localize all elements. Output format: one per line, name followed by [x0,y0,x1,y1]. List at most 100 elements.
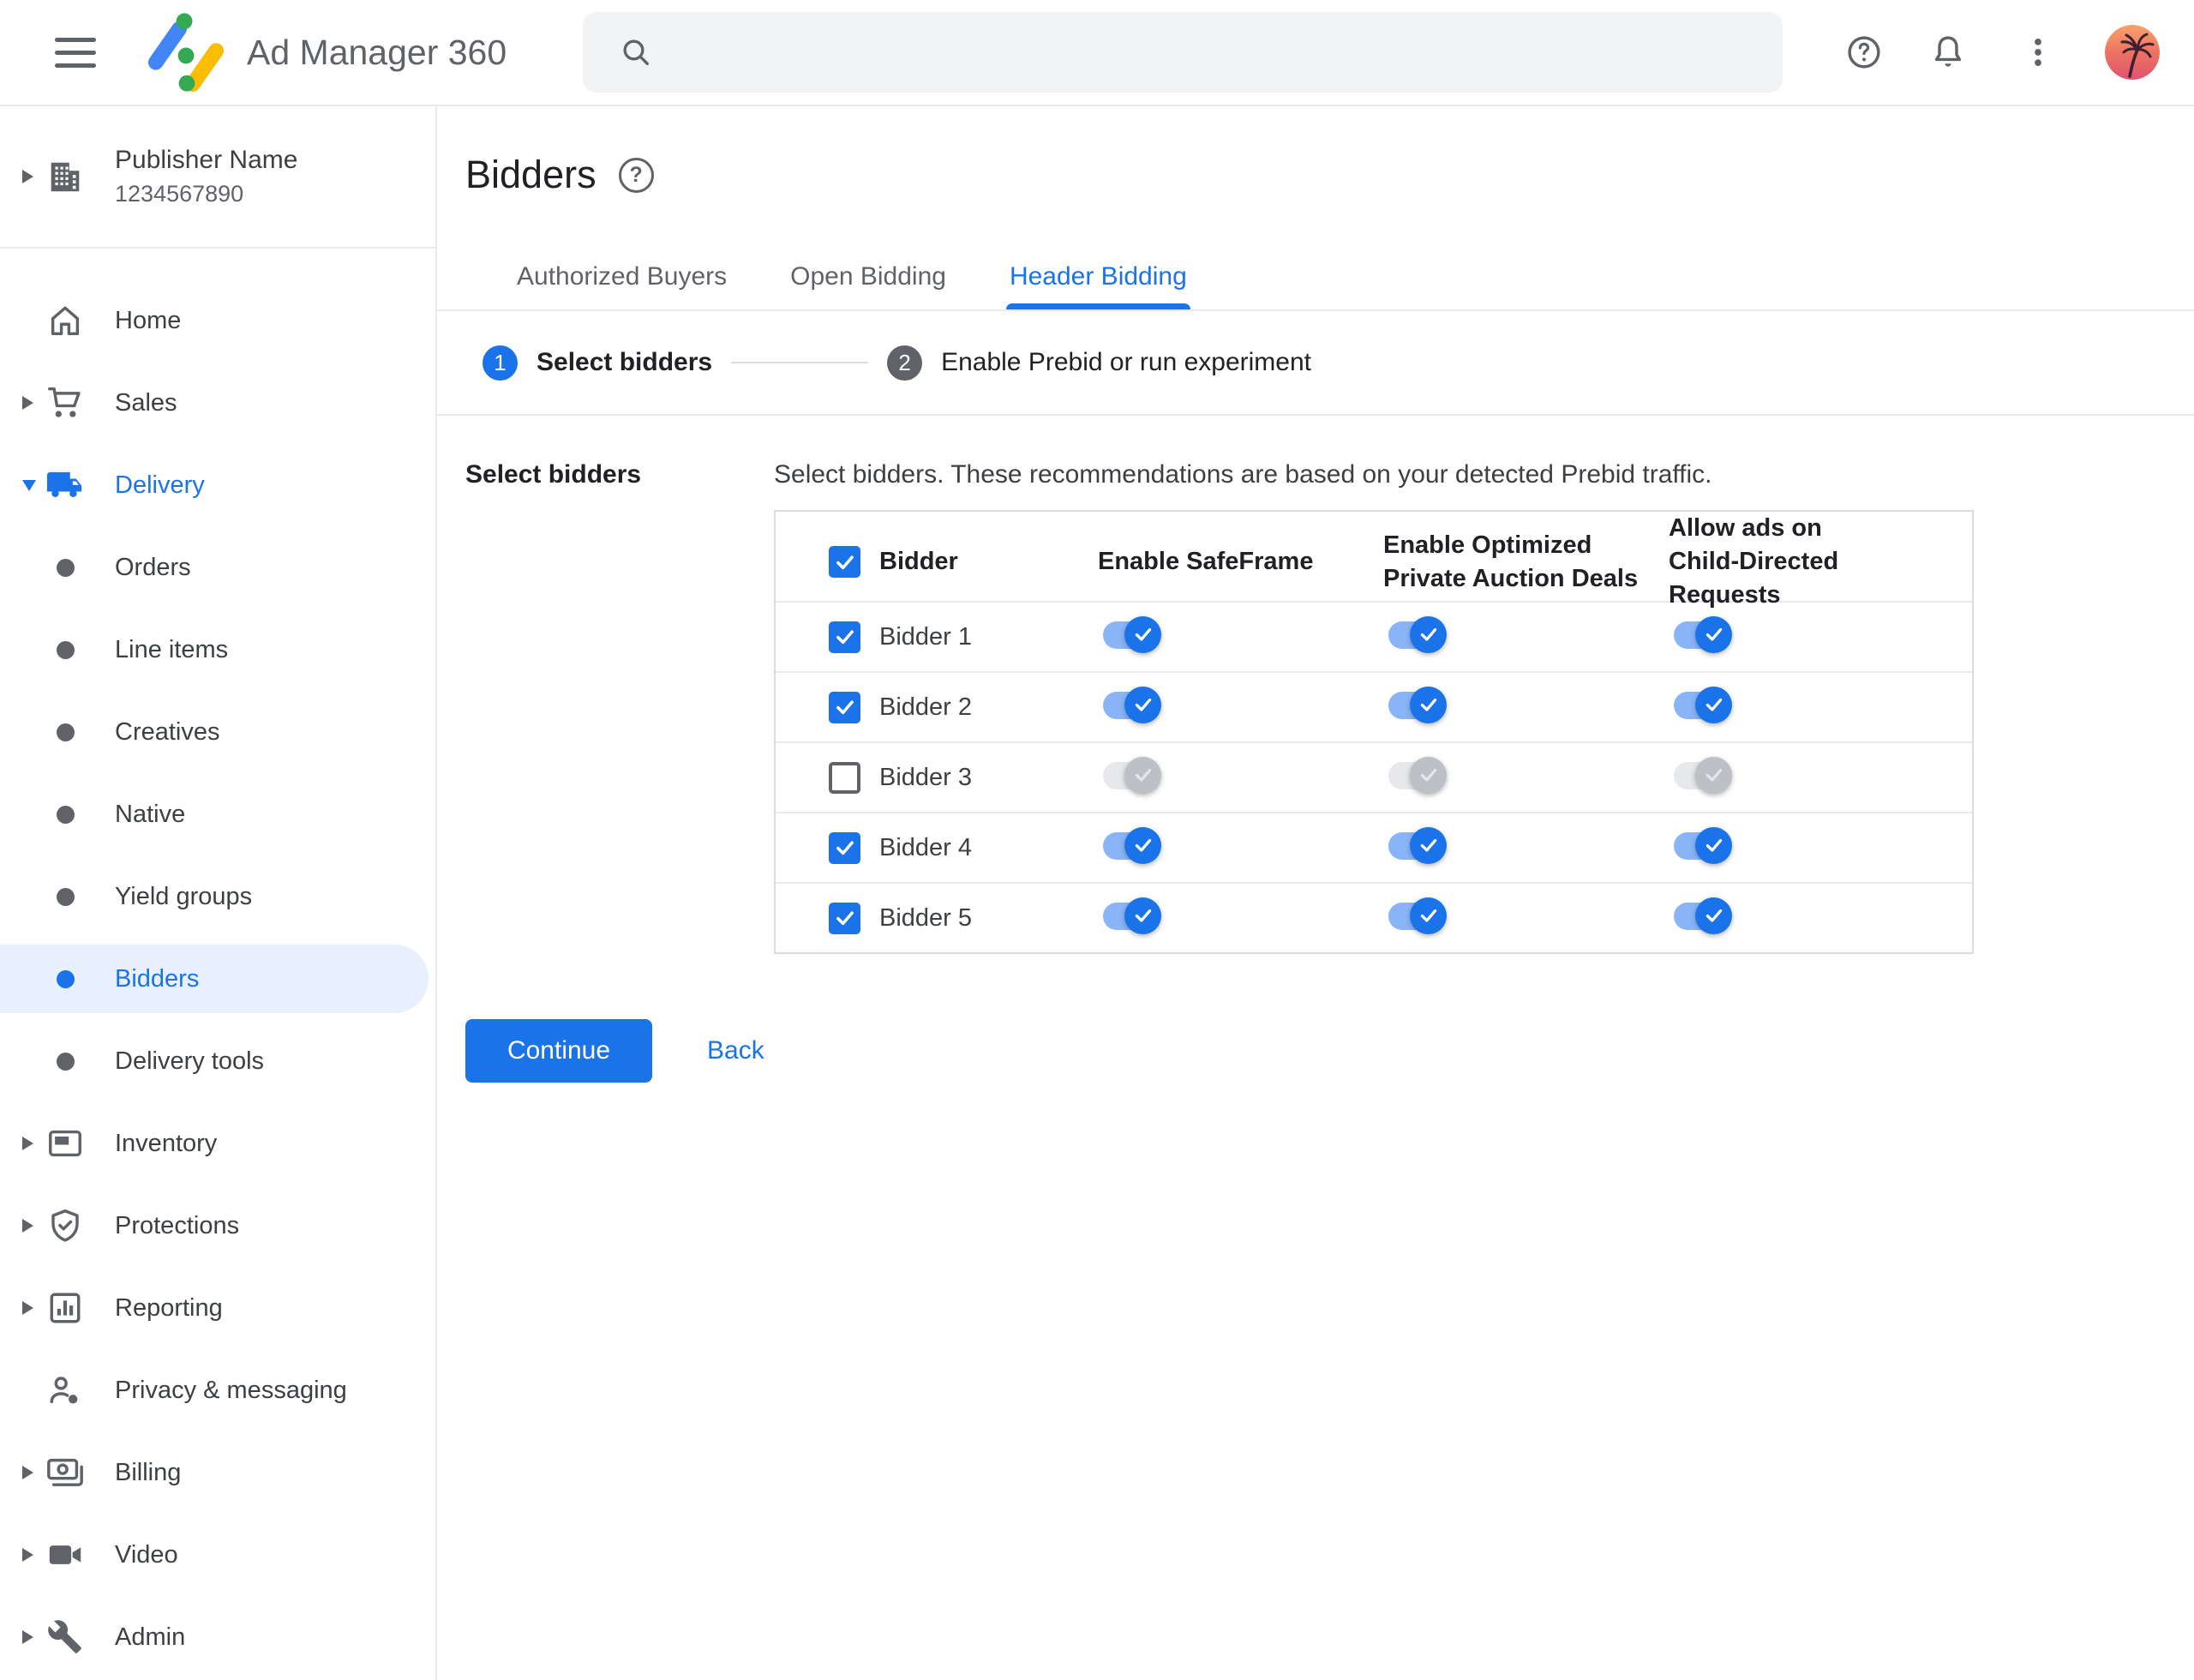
sidebar-item-native[interactable]: Native [0,773,435,855]
sidebar-item-delivery-tools[interactable]: Delivery tools [0,1020,435,1102]
sidebar-item-label: Delivery tools [115,1047,265,1075]
menu-icon[interactable] [55,37,96,68]
sidebar-item-bidders[interactable]: Bidders [0,938,435,1020]
page-help-icon[interactable]: ? [618,157,654,193]
dot-icon [45,805,86,824]
sidebar-item-admin[interactable]: Admin [0,1596,435,1678]
safeframe-toggle[interactable] [1103,686,1161,724]
sidebar-item-delivery[interactable]: Delivery [0,444,435,526]
optimized-deals-toggle[interactable] [1388,686,1447,724]
sidebar-item-label: Inventory [115,1129,218,1157]
safeframe-toggle[interactable] [1103,615,1161,654]
bidders-table: Bidder Enable SafeFrame Enable Optimized… [774,510,1974,954]
sidebar-item-label: Reporting [115,1293,223,1322]
caret-right-icon [22,170,45,183]
account-avatar[interactable] [2105,25,2160,80]
sidebar-item-billing[interactable]: Billing [0,1431,435,1514]
safeframe-toggle[interactable] [1103,897,1161,935]
dot-icon [45,558,86,577]
caret-down-icon [22,479,45,491]
bidder-name: Bidder 4 [879,833,973,861]
caret-right-icon [22,1630,45,1644]
child-directed-toggle[interactable] [1674,826,1732,865]
sidebar-item-line-items[interactable]: Line items [0,609,435,691]
column-header-bidder: Bidder [879,548,958,576]
row-checkbox[interactable] [829,831,860,864]
more-vert-icon[interactable] [2019,33,2057,71]
column-header-safeframe: Enable SafeFrame [1098,548,1314,576]
sidebar: Publisher Name 1234567890 Home Sales Del… [0,106,437,1680]
dot-icon [45,887,86,906]
sidebar-item-label: Creatives [115,717,220,746]
sidebar-item-yield-groups[interactable]: Yield groups [0,855,435,938]
select-all-checkbox[interactable] [829,546,860,579]
sidebar-item-protections[interactable]: Protections [0,1185,435,1267]
sidebar-item-label: Bidders [115,964,200,993]
publisher-selector[interactable]: Publisher Name 1234567890 [0,106,435,249]
optimized-deals-toggle[interactable] [1388,615,1447,654]
main-content: Bidders ? Authorized Buyers Open Bidding… [437,106,2194,1680]
table-row: Bidder 1 [776,603,1972,673]
step-2-circle: 2 [887,345,923,381]
table-header-row: Bidder Enable SafeFrame Enable Optimized… [776,512,1972,609]
row-checkbox[interactable] [829,761,860,794]
sidebar-item-reporting[interactable]: Reporting [0,1267,435,1349]
ad-manager-logo-icon [147,13,225,93]
sidebar-item-inventory[interactable]: Inventory [0,1102,435,1185]
person-dot-icon [45,1371,86,1410]
tab-header-bidding[interactable]: Header Bidding [1005,244,1190,309]
child-directed-toggle[interactable] [1674,756,1732,795]
search-bar[interactable] [583,12,1783,93]
section-label: Select bidders [465,460,642,489]
child-directed-toggle[interactable] [1674,615,1732,654]
caret-right-icon [22,396,45,410]
home-icon [45,301,86,340]
dot-icon [45,723,86,741]
continue-button[interactable]: Continue [465,1019,652,1083]
safeframe-toggle[interactable] [1103,826,1161,865]
caret-right-icon [22,1301,45,1315]
sidebar-item-creatives[interactable]: Creatives [0,691,435,773]
table-row: Bidder 2 [776,673,1972,743]
table-row: Bidder 5 [776,884,1972,952]
sidebar-item-label: Home [115,306,182,334]
help-icon[interactable] [1844,33,1884,72]
truck-icon [45,465,86,505]
sidebar-item-video[interactable]: Video [0,1514,435,1596]
optimized-deals-toggle[interactable] [1388,826,1447,865]
sidebar-item-label: Video [115,1540,178,1569]
sidebar-item-sales[interactable]: Sales [0,362,435,444]
step-1-label: Select bidders [537,348,713,376]
stepper: 1 Select bidders 2 Enable Prebid or run … [437,311,2194,416]
optimized-deals-toggle[interactable] [1388,756,1447,795]
row-checkbox[interactable] [829,621,860,653]
child-directed-toggle[interactable] [1674,686,1732,724]
publisher-name: Publisher Name [115,146,298,174]
caret-right-icon [22,1137,45,1150]
bell-icon[interactable] [1928,33,1968,72]
sidebar-item-label: Admin [115,1623,186,1651]
row-checkbox[interactable] [829,902,860,934]
tab-authorized-buyers[interactable]: Authorized Buyers [513,244,730,309]
stepper-connector [731,362,869,363]
sidebar-item-home[interactable]: Home [0,279,435,362]
bar-chart-icon [45,1288,86,1328]
search-icon [623,39,649,66]
optimized-deals-toggle[interactable] [1388,897,1447,935]
step-2-label: Enable Prebid or run experiment [941,348,1311,376]
bidder-name: Bidder 1 [879,622,973,651]
display-icon [45,1124,86,1163]
ad-manager-logo: Ad Manager 360 [147,12,507,93]
sidebar-item-orders[interactable]: Orders [0,526,435,609]
safeframe-toggle[interactable] [1103,756,1161,795]
row-checkbox[interactable] [829,691,860,723]
bidder-name: Bidder 3 [879,763,973,791]
sidebar-item-privacy-messaging[interactable]: Privacy & messaging [0,1349,435,1431]
tab-open-bidding[interactable]: Open Bidding [787,244,950,309]
caret-right-icon [22,1548,45,1562]
back-link[interactable]: Back [707,1036,764,1065]
child-directed-toggle[interactable] [1674,897,1732,935]
search-input[interactable] [670,19,1783,86]
sidebar-item-label: Privacy & messaging [115,1376,347,1404]
step-1-circle: 1 [483,345,518,381]
